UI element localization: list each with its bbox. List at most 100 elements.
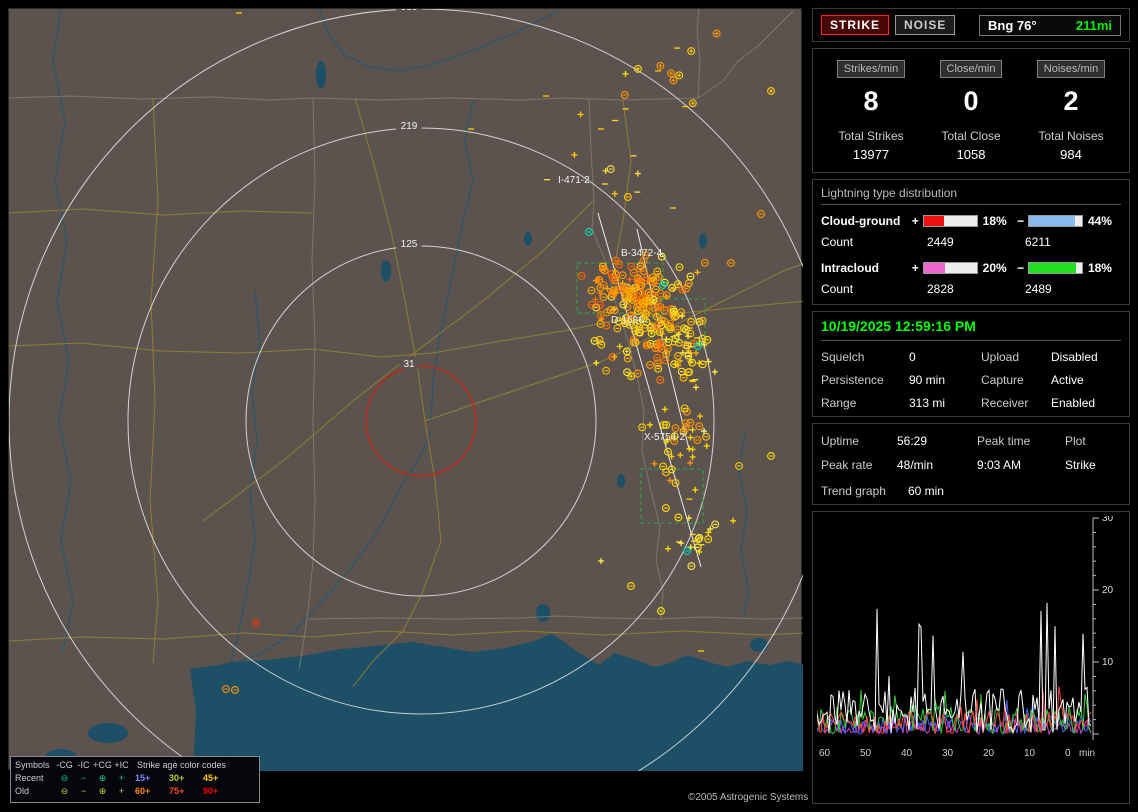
svg-text:X-5754-2: X-5754-2 <box>644 432 686 443</box>
svg-text:10: 10 <box>1024 748 1036 759</box>
trend-config: Trend graph 60 min <box>821 484 1121 498</box>
svg-text:10: 10 <box>1102 657 1114 668</box>
legend-col-pos-cg: +CG <box>93 760 112 770</box>
bearing-display: Bng 76° 211mi <box>979 14 1121 36</box>
cg-pos-count: 2449 <box>927 235 954 249</box>
svg-text:min: min <box>1079 748 1095 759</box>
cg-neg-bar <box>1028 215 1083 227</box>
copyright-text: ©2005 Astrogenic Systems <box>688 792 809 803</box>
peak-rate-label: Peak rate <box>821 458 873 472</box>
svg-text:I-471-2: I-471-2 <box>558 175 590 186</box>
cg-count-label: Count <box>821 235 854 249</box>
map-canvas[interactable]: 125 219 313 31 I-471-2 B-3472-4 D-1686 X-5754-2 <box>9 9 803 771</box>
svg-text:B-3472-4: B-3472-4 <box>621 248 663 259</box>
trend-graph: 30 20 10 60 50 40 30 20 10 0 min <box>816 513 1114 759</box>
ic-neg-count: 2489 <box>1025 282 1052 296</box>
ic-pos-bar <box>923 262 978 274</box>
total-noises-label: Total Noises <box>1038 129 1104 143</box>
neg-cg-old-icon: ⊖ <box>60 786 69 796</box>
legend-header: Symbols -CG -IC +CG +IC Strike age color… <box>15 759 255 772</box>
cg-neg-pct: 44% <box>1087 214 1112 228</box>
upload-label: Upload <box>981 350 1020 364</box>
svg-text:40: 40 <box>901 748 913 759</box>
trend-graph-panel: 30 20 10 60 50 40 30 20 10 0 min <box>812 511 1130 804</box>
ic-count-label: Count <box>821 282 854 296</box>
strike-legend: Symbols -CG -IC +CG +IC Strike age color… <box>10 756 260 803</box>
cloud-ground-label: Cloud-ground <box>821 214 901 228</box>
total-strikes-label: Total Strikes <box>838 129 904 143</box>
strikes-per-min-label: Strikes/min <box>836 60 906 78</box>
plus-sign: + <box>911 214 919 228</box>
age-90: 90+ <box>203 786 219 796</box>
noises-per-min-value: 2 <box>1063 86 1079 116</box>
peak-rate-value: 48/min <box>897 458 934 472</box>
close-per-min-col: Close/min 0 Total Close 1058 <box>921 59 1021 166</box>
svg-text:30: 30 <box>942 748 954 759</box>
neg-cg-recent-icon: ⊖ <box>60 773 69 783</box>
strikes-per-min-col: Strikes/min 8 Total Strikes 13977 <box>821 59 921 166</box>
legend-old-row: Old ⊖ − ⊕ + 60+ 75+ 90+ <box>15 785 255 798</box>
total-noises-value: 984 <box>1060 147 1082 162</box>
age-30: 30+ <box>169 773 185 783</box>
svg-text:313: 313 <box>401 9 418 13</box>
minus-sign: − <box>1017 214 1025 228</box>
pos-cg-old-icon: ⊕ <box>98 786 107 796</box>
mode-panel: STRIKE NOISE Bng 76° 211mi <box>812 8 1130 42</box>
capture-label: Capture <box>981 373 1024 387</box>
ic-neg-pct: 18% <box>1087 261 1112 275</box>
legend-symbols-header: Symbols <box>15 760 50 770</box>
legend-old-label: Old <box>15 786 30 796</box>
noise-button[interactable]: NOISE <box>895 15 956 35</box>
plus-sign: + <box>911 261 919 275</box>
close-per-min-value: 0 <box>963 86 979 116</box>
ic-pos-count: 2828 <box>927 282 954 296</box>
bearing-value: Bng 76° <box>988 17 1037 33</box>
age-45: 45+ <box>203 773 219 783</box>
svg-text:20: 20 <box>1102 585 1114 596</box>
rate-counters: Strikes/min 8 Total Strikes 13977 Close/… <box>821 55 1121 166</box>
cloud-ground-row: Cloud-ground + 18% − 44% <box>821 214 1121 228</box>
status-grid: Squelch 0 Upload Disabled Persistence 90… <box>821 350 1121 410</box>
pos-ic-recent-icon: + <box>118 773 125 783</box>
svg-text:50: 50 <box>860 748 872 759</box>
uptime-grid: Uptime 56:29 Peak time Plot Peak rate 48… <box>821 430 1121 472</box>
total-close-label: Total Close <box>941 129 1001 143</box>
age-15: 15+ <box>135 773 151 783</box>
svg-text:219: 219 <box>401 121 418 132</box>
trend-graph-label: Trend graph <box>821 484 886 498</box>
map-state-borders <box>9 9 803 670</box>
neg-ic-recent-icon: − <box>80 773 87 783</box>
uptime-value: 56:29 <box>897 434 928 448</box>
svg-text:30: 30 <box>1102 516 1114 524</box>
noises-per-min-label: Noises/min <box>1036 60 1106 78</box>
rate-panel: Strikes/min 8 Total Strikes 13977 Close/… <box>812 48 1130 173</box>
range-label: Range <box>821 396 857 410</box>
ic-pos-pct: 20% <box>982 261 1007 275</box>
close-per-min-label: Close/min <box>939 60 1003 78</box>
noises-per-min-col: Noises/min 2 Total Noises 984 <box>1021 59 1121 166</box>
map-roads <box>9 97 803 688</box>
capture-status: Active <box>1051 373 1084 387</box>
cg-pos-pct: 18% <box>982 214 1007 228</box>
status-panel: 10/19/2025 12:59:16 PM Squelch 0 Upload … <box>812 311 1130 417</box>
distance-value: 211mi <box>1075 17 1112 33</box>
plot-label: Plot <box>1065 434 1086 448</box>
datetime-display: 10/19/2025 12:59:16 PM <box>821 318 1121 341</box>
strike-button[interactable]: STRIKE <box>821 15 890 35</box>
total-close-value: 1058 <box>956 147 986 162</box>
cg-pos-bar <box>923 215 978 227</box>
strike-symbols <box>222 12 775 694</box>
intracloud-label: Intracloud <box>821 261 880 275</box>
persistence-label: Persistence <box>821 373 884 387</box>
age-60: 60+ <box>135 786 151 796</box>
legend-recent-label: Recent <box>15 773 44 783</box>
trend-graph-value: 60 min <box>907 484 944 498</box>
squelch-value: 0 <box>909 350 916 364</box>
svg-text:D-1686: D-1686 <box>611 315 644 326</box>
peak-time-label: Peak time <box>977 434 1031 448</box>
legend-col-neg-ic: -IC <box>77 760 90 770</box>
svg-text:0: 0 <box>1065 748 1071 759</box>
lightning-map[interactable]: 125 219 313 31 I-471-2 B-3472-4 D-1686 X-5754-2 <box>8 8 803 771</box>
pos-cg-recent-icon: ⊕ <box>98 773 107 783</box>
range-value: 313 mi <box>909 396 946 410</box>
